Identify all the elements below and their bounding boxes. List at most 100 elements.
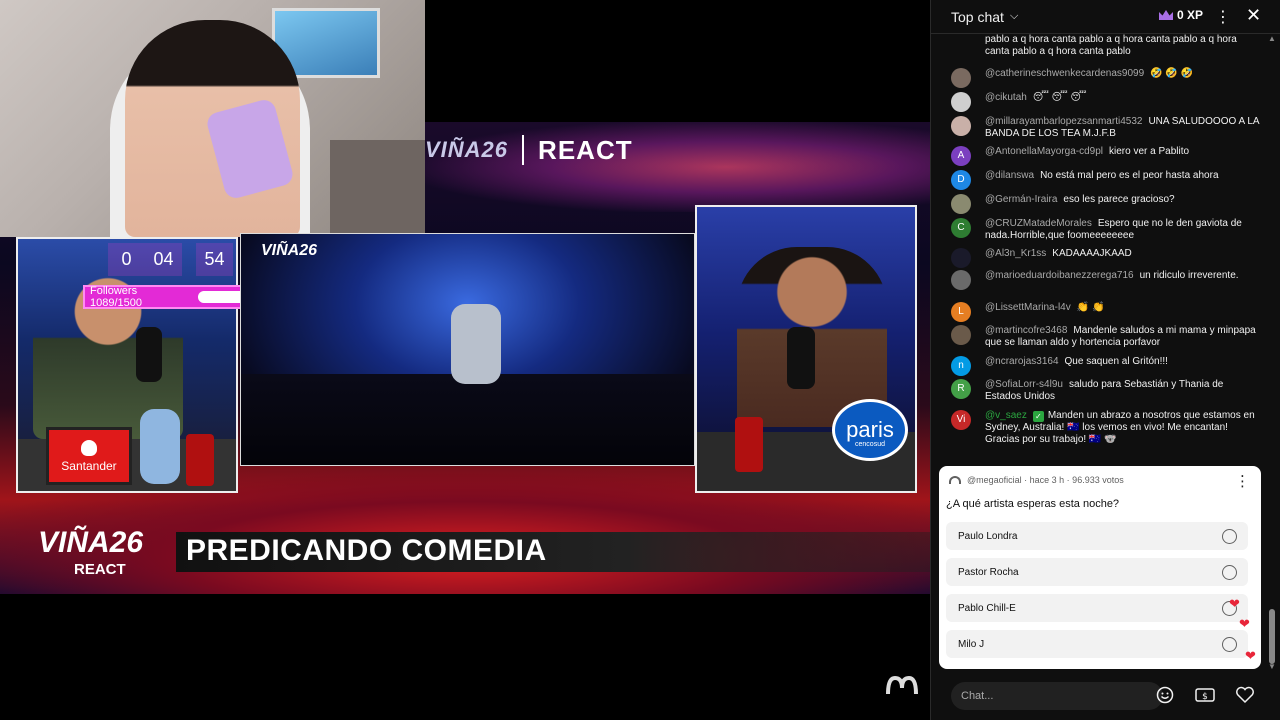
close-icon[interactable]: ✕ <box>1246 5 1261 26</box>
chat-author[interactable]: @cikutah <box>985 92 1027 103</box>
poll-option-label: Milo J <box>958 638 985 650</box>
scroll-thumb[interactable] <box>1269 609 1275 664</box>
chat-author[interactable]: @marioeduardoibanezzerega716 <box>985 270 1134 281</box>
chat-message[interactable]: L @LissettMarina-l4v 👏 👏 <box>951 302 1261 322</box>
chat-message[interactable]: R @SofiaLorr-s4l9u saludo para Sebastián y… <box>951 379 1261 403</box>
chat-author[interactable]: @SofiaLorr-s4l9u <box>985 379 1063 390</box>
radio-icon[interactable] <box>1222 637 1237 652</box>
avatar[interactable]: Vi <box>951 410 971 430</box>
chat-author[interactable]: @AntonellaMayorga-cd9pl <box>985 146 1103 157</box>
poll-option[interactable]: Pastor Rocha <box>946 558 1248 586</box>
chat-text: kiero ver a Pablito <box>1109 146 1190 157</box>
poll-option-label: Pastor Rocha <box>958 566 1019 578</box>
chat-input[interactable] <box>961 690 1151 702</box>
chat-message[interactable]: n @ncrarojas3164 Que saquen al Gritón!!! <box>951 356 1261 376</box>
chat-message-body: @millarayambarlopezsanmarti4532 UNA SALUD… <box>985 116 1261 140</box>
chat-author[interactable]: @LissettMarina-l4v <box>985 302 1071 313</box>
timer-hours: 04 <box>145 243 182 276</box>
poll-option[interactable]: Paulo Londra <box>946 522 1248 550</box>
chat-message-body: @marioeduardoibanezzerega716 un ridiculo … <box>985 270 1261 282</box>
chat-author[interactable]: @millarayambarlopezsanmarti4532 <box>985 116 1142 127</box>
heart-icon: ❤ <box>1245 648 1256 663</box>
timer-minutes: 54 <box>196 243 233 276</box>
chat-author[interactable]: @CRUZMatadeMorales <box>985 218 1092 229</box>
avatar[interactable] <box>951 270 971 290</box>
chat-author[interactable]: @Al3n_Kr1ss <box>985 248 1046 259</box>
soda-can <box>186 434 214 486</box>
avatar[interactable]: R <box>951 379 971 399</box>
chat-author[interactable]: @martincofre3468 <box>985 325 1067 336</box>
avatar[interactable]: C <box>951 218 971 238</box>
radio-icon[interactable] <box>1222 565 1237 580</box>
chat-author[interactable]: @ncrarojas3164 <box>985 356 1059 367</box>
mega-watermark-icon <box>886 674 920 702</box>
chat-mode-dropdown[interactable]: Top chat <box>951 9 1004 25</box>
chat-message[interactable]: @Germán-Iraira eso les parece gracioso? <box>951 194 1261 214</box>
avatar[interactable] <box>951 92 971 112</box>
chat-message-body: @CRUZMatadeMorales Espero que no le den g… <box>985 218 1261 242</box>
chat-message[interactable]: C @CRUZMatadeMorales Espero que no le den … <box>951 218 1261 242</box>
xp-badge[interactable]: 0 XP <box>1159 8 1203 22</box>
chat-text: 🤣 🤣 🤣 <box>1150 68 1194 79</box>
xp-value: 0 XP <box>1177 8 1204 22</box>
avatar[interactable]: D <box>951 170 971 190</box>
emoji-icon[interactable] <box>1154 684 1176 706</box>
poll-option[interactable]: Milo J <box>946 630 1248 658</box>
avatar[interactable] <box>951 325 971 345</box>
chat-input-container[interactable] <box>951 682 1163 710</box>
avatar[interactable] <box>951 248 971 268</box>
lower-react-label: REACT <box>74 561 126 578</box>
microphone-icon <box>136 327 162 382</box>
avatar[interactable] <box>951 116 971 136</box>
chat-author[interactable]: @dilanswa <box>985 170 1034 181</box>
react-divider <box>522 135 525 165</box>
chat-message-body: @SofiaLorr-s4l9u saludo para Sebastián y … <box>985 379 1261 403</box>
lower-third-title: PREDICANDO COMEDIA <box>186 534 547 567</box>
chat-author[interactable]: @catherineschwenkecardenas9099 <box>985 68 1144 79</box>
chat-message[interactable]: D @dilanswa No está mal pero es el peor ha… <box>951 170 1261 190</box>
chat-author[interactable]: @Germán-Iraira <box>985 194 1057 205</box>
chat-message[interactable]: Vi @v_saez ✓ Manden un abrazo a nosotros qu… <box>951 410 1261 446</box>
live-chat-panel: Top chat ⌵ 0 XP ⋮ ✕ pablo a q hora canta… <box>930 0 1280 720</box>
chat-message[interactable]: @Al3n_Kr1ss KADAAAAJKAAD <box>951 248 1261 268</box>
poll-more-icon[interactable]: ⋮ <box>1235 472 1250 490</box>
shelf <box>330 140 425 237</box>
heart-reaction-icon[interactable] <box>1234 684 1256 706</box>
chat-author[interactable]: @v_saez <box>985 410 1027 421</box>
microphone-icon <box>787 327 815 389</box>
lower-vina-logo: VIÑA26 <box>38 526 144 559</box>
chevron-down-icon[interactable]: ⌵ <box>1010 10 1018 23</box>
chat-messages: pablo a q hora canta pablo a q hora cant… <box>931 34 1271 464</box>
avatar[interactable] <box>951 194 971 214</box>
right-host-camera: paris cencosud <box>695 205 917 493</box>
chat-message-body: @dilanswa No está mal pero es el peor has… <box>985 170 1261 182</box>
chat-message[interactable]: @marioeduardoibanezzerega716 un ridiculo … <box>951 270 1261 290</box>
chat-message[interactable]: pablo a q hora canta pablo a q hora cant… <box>951 34 1261 58</box>
chat-message[interactable]: @cikutah 😴 😴 😴 <box>951 92 1261 112</box>
chat-message[interactable]: @catherineschwenkecardenas9099 🤣 🤣 🤣 <box>951 68 1261 88</box>
crown-icon <box>1159 10 1173 20</box>
video-player[interactable]: VIÑA26 REACT Santander 0 04 54 Followers… <box>0 0 930 720</box>
avatar[interactable]: A <box>951 146 971 166</box>
radio-icon[interactable] <box>1222 529 1237 544</box>
avatar[interactable] <box>951 68 971 88</box>
super-chat-icon[interactable]: $ <box>1194 684 1216 706</box>
poll-option[interactable]: Pablo Chill-E <box>946 594 1248 622</box>
avatar[interactable]: n <box>951 356 971 376</box>
chat-message[interactable]: @millarayambarlopezsanmarti4532 UNA SALUD… <box>951 116 1261 140</box>
avatar[interactable]: L <box>951 302 971 322</box>
heart-icon: ❤ <box>1239 616 1250 631</box>
timer-days: 0 <box>108 243 145 276</box>
scroll-down-icon[interactable]: ▼ <box>1268 662 1276 671</box>
santander-sign: Santander <box>46 427 132 485</box>
chat-text: No está mal pero es el peor hasta ahora <box>1040 170 1219 181</box>
chat-message-body: @AntonellaMayorga-cd9pl kiero ver a Pabli… <box>985 146 1261 158</box>
chat-message[interactable]: @martincofre3468 Mandenle saludos a mi ma… <box>951 325 1261 349</box>
chat-scrollbar[interactable]: ▲ ▼ <box>1268 34 1276 674</box>
react-header: VIÑA26 REACT <box>425 130 633 170</box>
scroll-up-icon[interactable]: ▲ <box>1268 34 1276 43</box>
chat-message[interactable]: A @AntonellaMayorga-cd9pl kiero ver a Pabl… <box>951 146 1261 166</box>
more-options-icon[interactable]: ⋮ <box>1215 7 1231 27</box>
streamer-webcam <box>0 0 425 237</box>
main-stage-camera: VIÑA26 <box>240 233 695 466</box>
